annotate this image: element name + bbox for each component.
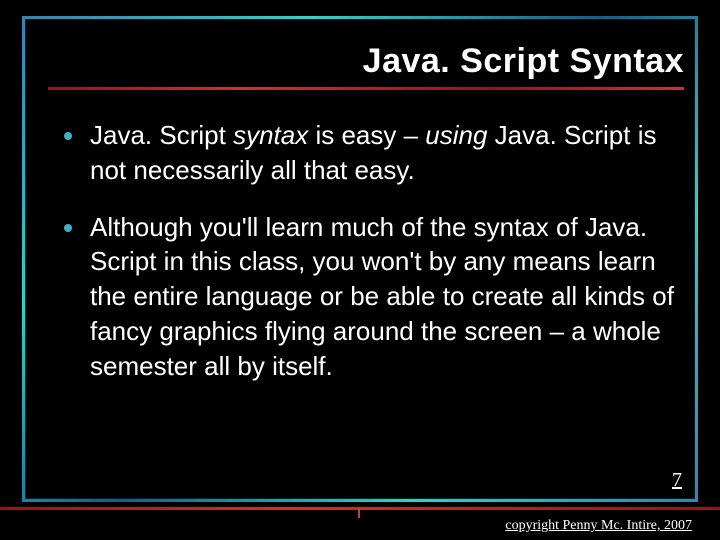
slide-title: Java. Script Syntax [363,42,684,85]
bullet-item: Java. Script syntax is easy – using Java… [64,118,678,188]
text-run: Java. Script [90,120,233,150]
bullet-dot-icon [64,132,72,140]
text-run: is easy – [308,120,425,150]
text-run-italic: using [425,120,487,150]
footer-divider [0,507,720,510]
text-run-italic: syntax [233,120,308,150]
bullet-text: Java. Script syntax is easy – using Java… [90,118,678,188]
title-block: Java. Script Syntax [48,42,684,90]
copyright-text: copyright Penny Mc. Intire, 2007 [505,518,692,534]
title-underline [48,87,684,90]
bullet-dot-icon [64,224,72,232]
content-area: Java. Script syntax is easy – using Java… [64,118,678,406]
page-number: 7 [672,469,682,492]
bullet-text: Although you'll learn much of the syntax… [90,210,678,384]
footer-tick [358,508,360,518]
bullet-item: Although you'll learn much of the syntax… [64,210,678,384]
